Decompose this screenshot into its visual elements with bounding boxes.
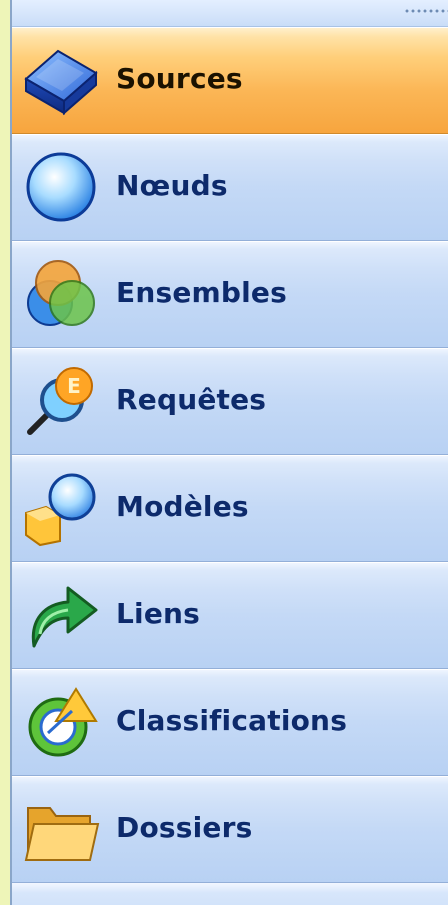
nav-item-noeuds[interactable]: Nœuds (12, 134, 448, 241)
query-magnifier-icon: E (20, 360, 102, 442)
nav-item-ensembles[interactable]: Ensembles (12, 241, 448, 348)
svg-text:E: E (67, 374, 81, 398)
link-arrow-icon (20, 574, 102, 656)
nav-item-label: Modèles (116, 489, 249, 523)
model-shapes-icon (20, 467, 102, 549)
node-sphere-icon (20, 146, 102, 228)
nav-item-label: Nœuds (116, 168, 228, 202)
nav-item-label: Requêtes (116, 382, 267, 416)
classification-icon (20, 681, 102, 763)
navigation-pane: Sources Nœuds Ensembles E Requêtes Modèl… (10, 0, 448, 905)
pane-grip[interactable] (12, 0, 448, 27)
pane-bottom-strip (12, 883, 448, 905)
nav-item-classifications[interactable]: Classifications (12, 669, 448, 776)
nav-item-sources[interactable]: Sources (12, 27, 448, 134)
folder-icon (20, 788, 102, 870)
nav-item-dossiers[interactable]: Dossiers (12, 776, 448, 883)
nav-item-liens[interactable]: Liens (12, 562, 448, 669)
sets-circles-icon (20, 253, 102, 335)
nav-item-label: Liens (116, 596, 201, 630)
source-cube-icon (20, 39, 102, 121)
nav-item-label: Classifications (116, 703, 348, 737)
nav-item-label: Dossiers (116, 810, 253, 844)
nav-item-requetes[interactable]: E Requêtes (12, 348, 448, 455)
grip-dots (404, 9, 448, 13)
nav-item-label: Sources (116, 61, 243, 95)
nav-item-label: Ensembles (116, 275, 287, 309)
nav-item-modeles[interactable]: Modèles (12, 455, 448, 562)
